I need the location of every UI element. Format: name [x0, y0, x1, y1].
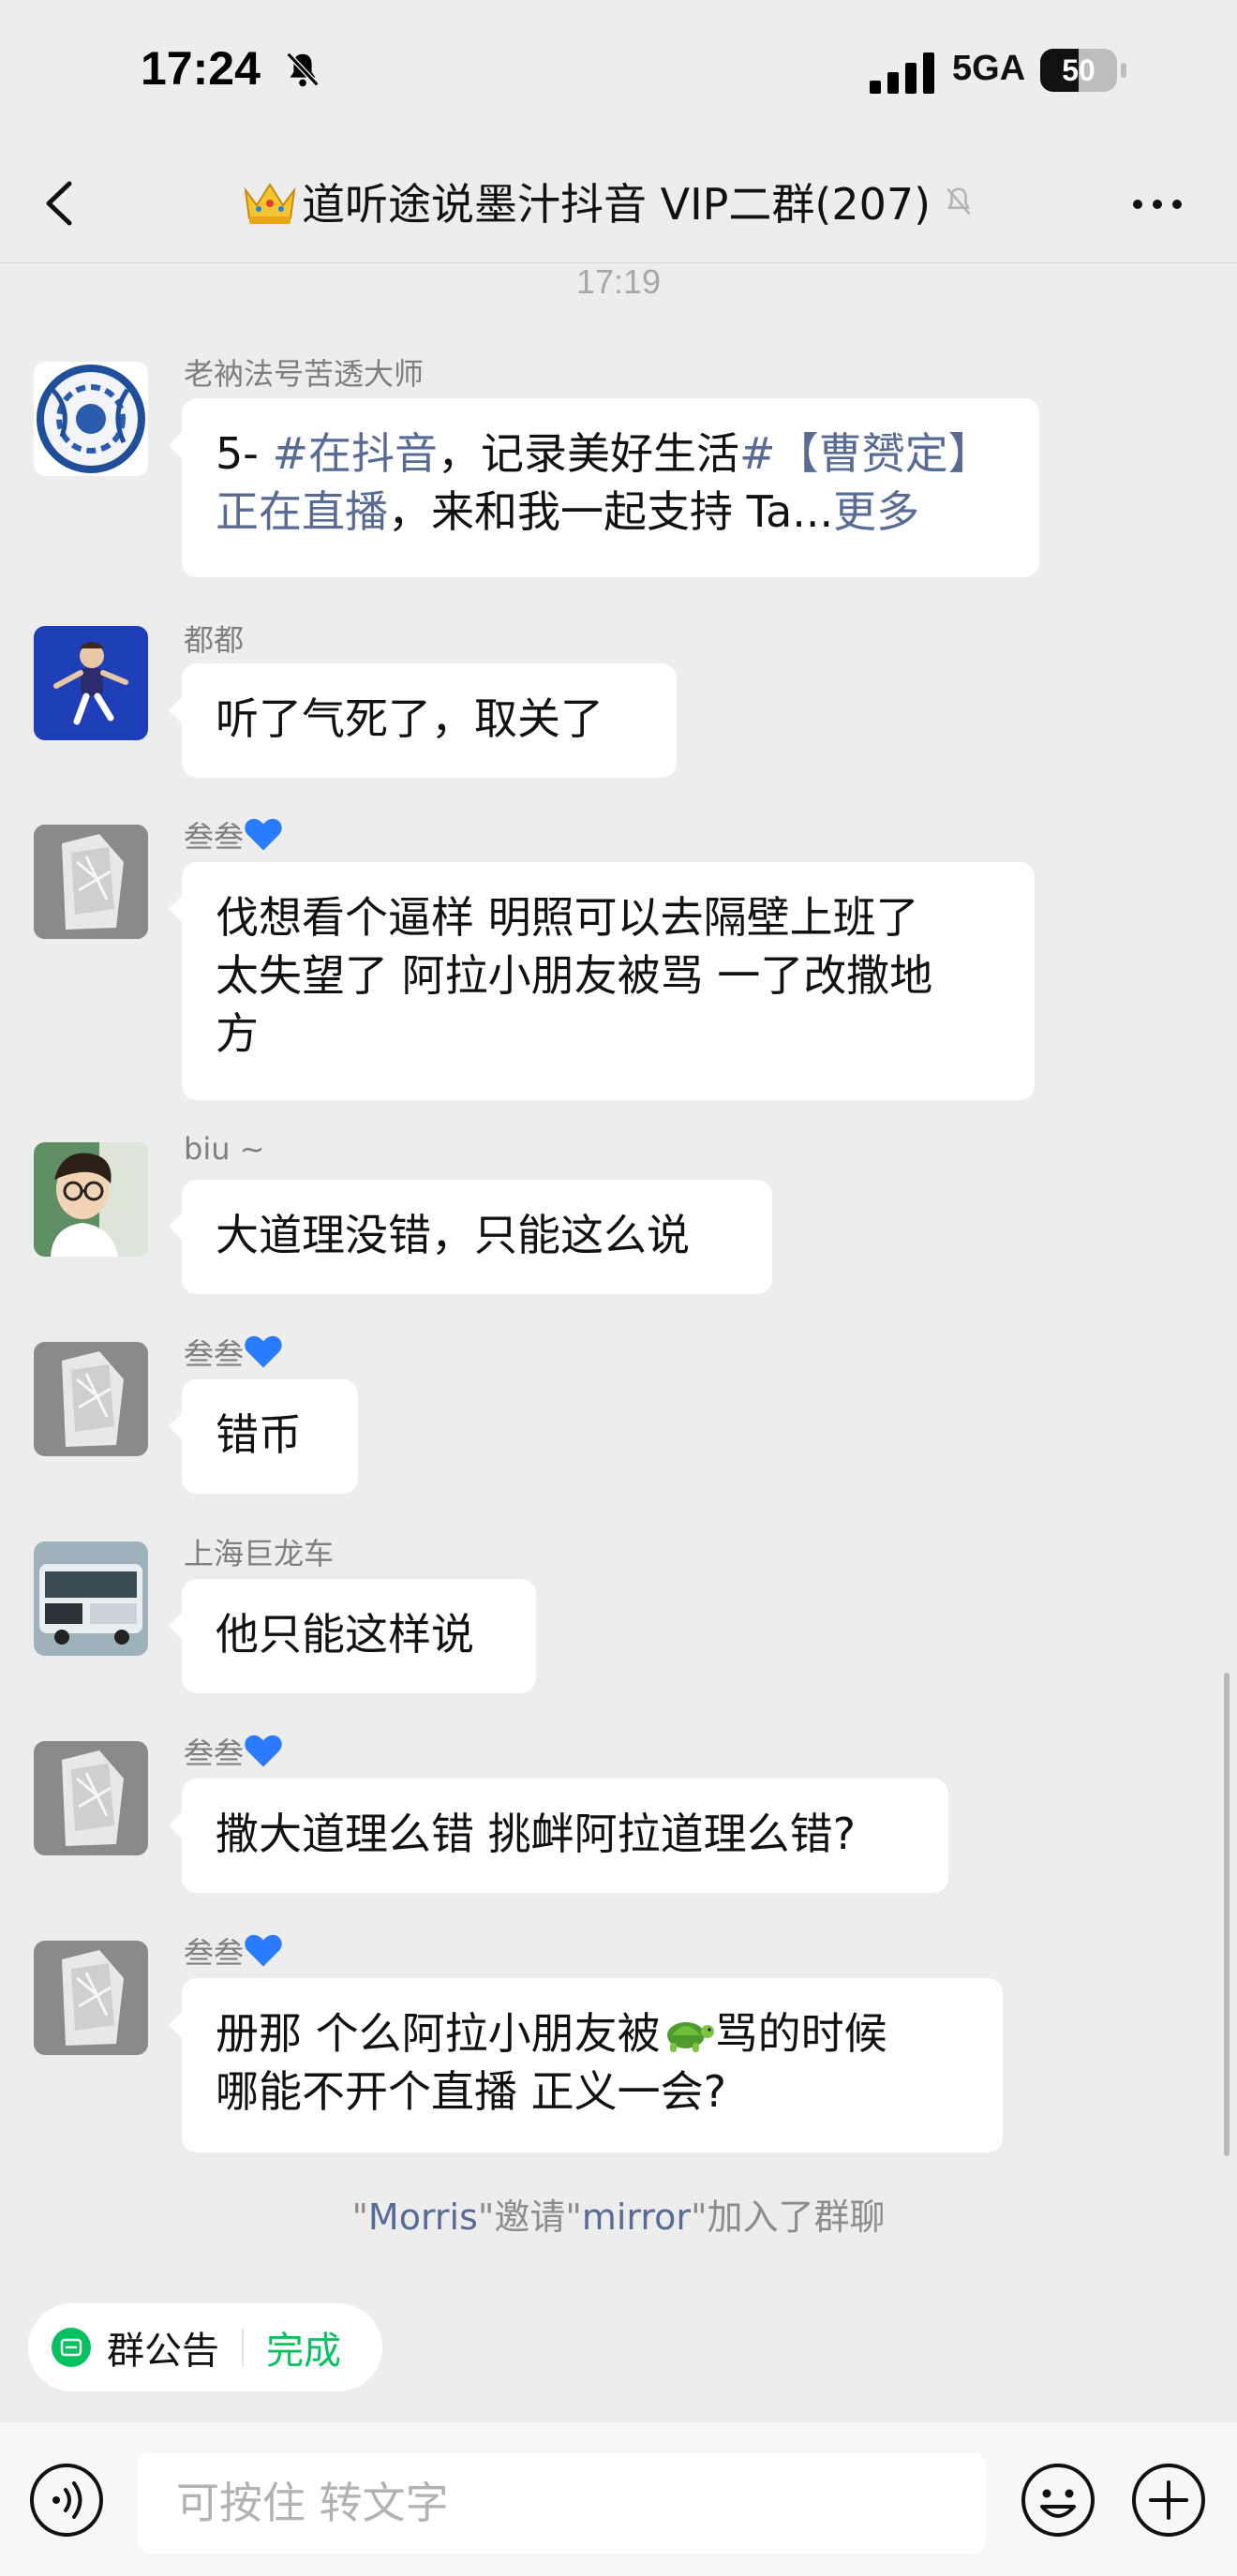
sender-name: 叁叁 — [184, 1730, 283, 1773]
blue-heart-icon — [245, 1735, 282, 1767]
message-input[interactable]: 可按住 转文字 — [137, 2452, 986, 2554]
message-line: 哪能不开个直播 正义一会? — [216, 2066, 727, 2117]
message-line: 伐想看个逼样 明照可以去隔壁上班了 — [216, 892, 919, 943]
message-text: 5- — [216, 428, 273, 479]
sender-name: 老衲法号苦透大师 — [184, 356, 425, 392]
blue-heart-icon — [245, 1934, 282, 1967]
sender-name: 上海巨龙车 — [184, 1536, 335, 1571]
avatar[interactable] — [34, 825, 148, 939]
message-line: 正在直播，来和我一起支持 Ta...更多 — [216, 483, 1006, 541]
message-bubble[interactable]: 错币 — [169, 1379, 358, 1494]
message-line: 册那 个么阿拉小朋友被 骂的时候 — [216, 2004, 969, 2062]
input-bar: 可按住 转文字 — [0, 2422, 1237, 2576]
hashtag-link[interactable]: #【曹赟定】 — [739, 428, 991, 479]
message-text: 他只能这样说 — [216, 1609, 474, 1660]
emoji-icon[interactable] — [1020, 2462, 1096, 2539]
announcement-icon — [52, 2328, 91, 2367]
notice-done-button[interactable]: 完成 — [266, 2320, 341, 2375]
system-text: "邀请" — [477, 2196, 582, 2238]
divider — [242, 2329, 244, 2366]
blue-heart-icon — [245, 1335, 282, 1368]
message-bubble[interactable]: 5- #在抖音，记录美好生活#【曹赟定】 正在直播，来和我一起支持 Ta...更… — [169, 398, 1039, 577]
message-bubble[interactable]: 听了气死了，取关了 — [169, 663, 677, 778]
message-text: ，来和我一起支持 Ta... — [388, 486, 834, 537]
message-text: 册那 个么阿拉小朋友被 — [216, 2008, 661, 2059]
voice-icon[interactable] — [28, 2462, 105, 2539]
back-icon[interactable] — [34, 171, 90, 236]
battery-level: 50 — [1062, 53, 1095, 87]
blue-heart-icon — [245, 818, 282, 851]
system-text: " — [351, 2196, 368, 2238]
system-text: "加入了群聊 — [691, 2196, 886, 2238]
system-notice: "Morris"邀请"mirror"加入了群聊 — [0, 2188, 1237, 2240]
hashtag-link[interactable]: #在抖音 — [273, 428, 439, 479]
group-notice-pill[interactable]: 群公告 完成 — [28, 2303, 382, 2391]
mute-bell-icon — [946, 187, 971, 216]
sender-name: 叁叁 — [184, 1331, 283, 1374]
message-bubble[interactable]: 伐想看个逼样 明照可以去隔壁上班了 太失望了 阿拉小朋友被骂 一了改撒地 方 — [169, 862, 1035, 1100]
message-text: 大道理没错，只能这么说 — [216, 1210, 690, 1260]
signal-icon — [870, 52, 934, 94]
message-bubble[interactable]: 大道理没错，只能这么说 — [169, 1180, 772, 1294]
sender-name: 叁叁 — [184, 813, 283, 856]
chat-timestamp: 17:19 — [575, 262, 662, 301]
avatar[interactable] — [34, 1741, 148, 1855]
message-text: 撒大道理么错 挑衅阿拉道理么错? — [216, 1809, 857, 1859]
sender-name: 叁叁 — [184, 1929, 283, 1973]
message-text: ，记录美好生活 — [438, 428, 740, 479]
message-bubble[interactable]: 册那 个么阿拉小朋友被 骂的时候 哪能不开个直播 正义一会? — [169, 1978, 1003, 2152]
avatar[interactable] — [34, 1941, 148, 2055]
message-bubble[interactable]: 他只能这样说 — [169, 1579, 536, 1693]
message-text: 听了气死了，取关了 — [216, 693, 604, 744]
status-bar: 17:24 5GA 50 — [0, 0, 1237, 141]
network-type: 5GA — [952, 49, 1026, 88]
scrollbar-thumb[interactable] — [1224, 1673, 1230, 2156]
more-options-icon[interactable] — [1125, 176, 1190, 232]
status-time: 17:24 — [141, 42, 261, 95]
avatar[interactable] — [34, 1541, 148, 1656]
chat-title: 道听途说墨汁抖音 VIP二群(207) — [302, 179, 931, 230]
message-text: 错币 — [216, 1409, 302, 1460]
message-line: 方 — [216, 1008, 259, 1059]
message-text: 骂的时候 — [714, 2008, 887, 2059]
crown-icon — [244, 183, 296, 224]
message-line: 太失望了 阿拉小朋友被骂 一了改撒地 — [216, 950, 933, 1001]
battery-icon: 50 — [1040, 49, 1126, 92]
invitee-name-link[interactable]: mirror — [582, 2196, 691, 2238]
plus-icon[interactable] — [1130, 2462, 1207, 2539]
chat-header: 道听途说墨汁抖音 VIP二群(207) — [0, 141, 1237, 263]
chat-title-area[interactable]: 道听途说墨汁抖音 VIP二群(207) — [242, 169, 977, 234]
inviter-name-link[interactable]: Morris — [368, 2196, 478, 2238]
message-line: 5- #在抖音，记录美好生活#【曹赟定】 — [216, 424, 1006, 483]
group-notice-label: 群公告 — [107, 2330, 219, 2373]
sender-name: biu ~ — [184, 1131, 265, 1167]
more-link[interactable]: 更多 — [833, 486, 919, 537]
avatar[interactable] — [34, 1342, 148, 1456]
sender-name: 都都 — [184, 622, 245, 658]
avatar[interactable] — [34, 626, 148, 740]
hashtag-link[interactable]: 正在直播 — [216, 486, 388, 537]
turtle-emoji-icon — [666, 2022, 714, 2052]
message-bubble[interactable]: 撒大道理么错 挑衅阿拉道理么错? — [169, 1779, 948, 1893]
bell-off-icon — [286, 52, 320, 87]
avatar[interactable] — [34, 362, 148, 476]
avatar[interactable] — [34, 1142, 148, 1257]
